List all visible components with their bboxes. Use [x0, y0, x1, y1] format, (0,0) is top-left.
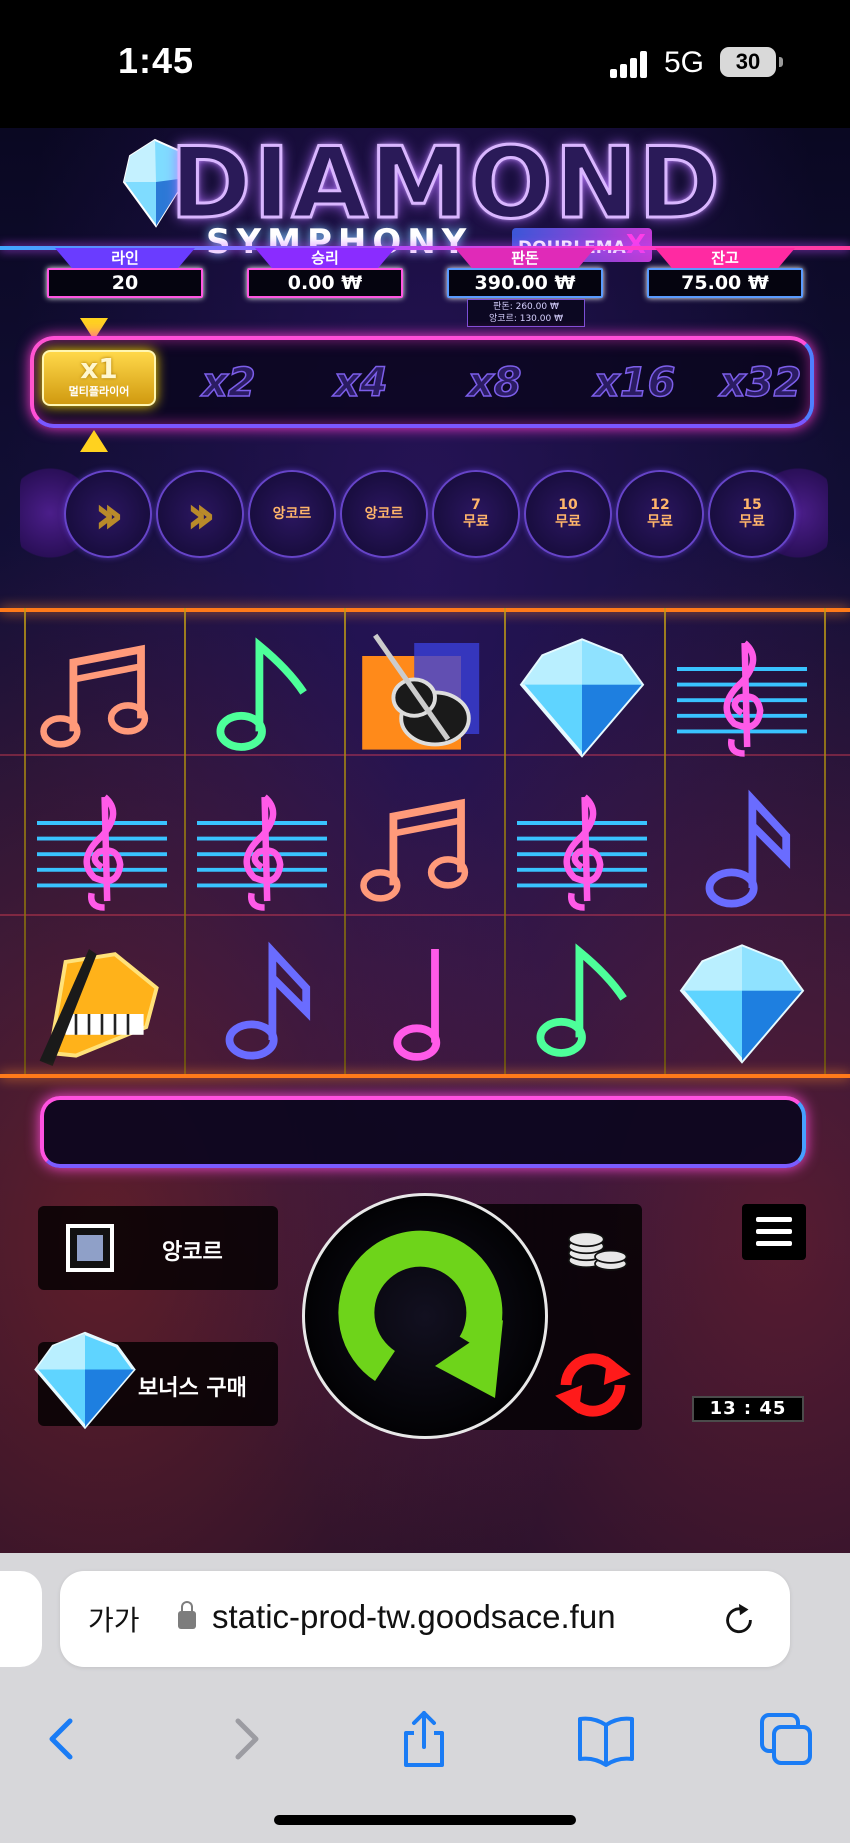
- symbol-piano-gold: [27, 926, 177, 1076]
- status-time: 1:45: [118, 40, 195, 81]
- stat-balance-label: 잔고: [655, 248, 795, 268]
- multiplier-x16: x16: [593, 359, 676, 407]
- home-indicator[interactable]: [274, 1815, 576, 1825]
- feature-step-arrow-2: ››: [156, 470, 244, 558]
- multiplier-bar: x1 멀티플라이어 x2 x4 x8 x16 x32: [30, 336, 814, 428]
- spin-button[interactable]: [302, 1193, 548, 1439]
- symbol-violin: [347, 620, 497, 770]
- reel-divider: [184, 608, 186, 1074]
- encore-toggle-button[interactable]: 앙코르: [38, 1206, 278, 1290]
- symbol-clef-blue: [187, 774, 337, 924]
- reel-divider: [664, 608, 666, 1074]
- lock-icon: [178, 1601, 196, 1629]
- multiplier-x32: x32: [719, 359, 802, 407]
- chevron-icon: ››: [93, 482, 124, 546]
- bonus-buy-label: 보너스 구매: [138, 1376, 247, 1401]
- feature-step-7-free: 7 무료: [432, 470, 520, 558]
- feature-step-encore-2: 앙코르: [340, 470, 428, 558]
- chevron-icon: ››: [185, 482, 216, 546]
- symbol-clef-blue: [27, 774, 177, 924]
- spin-icon[interactable]: [325, 1216, 525, 1416]
- symbol-note-purple: [187, 926, 337, 1076]
- menu-button[interactable]: [742, 1204, 806, 1260]
- reel-divider: [344, 608, 346, 1074]
- logo-badge-x: X: [625, 230, 646, 260]
- tabs-icon[interactable]: [756, 1709, 816, 1769]
- browser-toolbar: 가가 static-prod-tw.goodsace.fun: [0, 1553, 850, 1843]
- encore-label: 앙코르: [162, 1240, 223, 1265]
- symbol-note-green: [187, 620, 337, 770]
- feature-step-12-free: 12 무료: [616, 470, 704, 558]
- feature-step-10-free: 10 무료: [524, 470, 612, 558]
- game-area: DIAMOND SYMPHONY DOUBLEMAX 라인 20 승리 0.00…: [0, 128, 850, 1553]
- game-clock: 13 : 45: [692, 1396, 804, 1422]
- feature-step-arrow-1: ››: [64, 470, 152, 558]
- game-logo: DIAMOND SYMPHONY DOUBLEMAX: [120, 128, 722, 262]
- symbol-diamond: [667, 926, 817, 1076]
- network-type: 5G: [664, 46, 705, 79]
- multiplier-x8: x8: [467, 359, 522, 407]
- stat-bet-label: 판돈: [455, 248, 595, 268]
- symbol-note-orange: [27, 620, 177, 770]
- stat-balance-value: 75.00 ₩: [647, 268, 803, 298]
- reels-bottom-line: [0, 1074, 850, 1078]
- reel-divider: [824, 608, 826, 1074]
- bet-breakdown: 판돈: 260.00 ₩ 앙코르: 130.00 ₩: [467, 299, 585, 327]
- bonus-buy-button[interactable]: 보너스 구매: [34, 1331, 278, 1430]
- reels-grid: [0, 608, 850, 1074]
- bookmarks-icon[interactable]: [576, 1709, 636, 1769]
- feature-progress: ›› ›› 앙코르 앙코르 7 무료 10 무료 12 무료 15 무료: [20, 458, 828, 568]
- reel-divider: [24, 608, 26, 1074]
- address-bar[interactable]: 가가 static-prod-tw.goodsace.fun: [60, 1571, 790, 1667]
- win-message-bar: [40, 1096, 806, 1168]
- bet-breakdown-encore: 앙코르: 130.00 ₩: [489, 314, 563, 324]
- logo-title: DIAMOND: [169, 128, 722, 241]
- signal-icon: [610, 50, 650, 78]
- share-icon[interactable]: [394, 1709, 454, 1769]
- symbol-diamond: [507, 620, 657, 770]
- text-size-button[interactable]: 가가: [88, 1599, 140, 1639]
- symbol-note-purple: [667, 774, 817, 924]
- autoplay-icon[interactable]: [548, 1340, 638, 1430]
- symbol-note-green: [507, 926, 657, 1076]
- reel-divider: [504, 608, 506, 1074]
- checkbox-icon[interactable]: [66, 1224, 114, 1272]
- stat-win-value: 0.00 ₩: [247, 268, 403, 298]
- reload-icon[interactable]: [720, 1601, 758, 1639]
- back-icon[interactable]: [32, 1709, 92, 1769]
- multiplier-active-caption: 멀티플라이어: [68, 385, 130, 398]
- url-text[interactable]: static-prod-tw.goodsace.fun: [212, 1598, 616, 1636]
- stat-win-label: 승리: [255, 248, 395, 268]
- stat-lines-label: 라인: [55, 248, 195, 268]
- forward-icon[interactable]: [216, 1709, 276, 1769]
- stat-bet: 판돈 390.00 ₩: [447, 248, 603, 298]
- symbol-note-pink: [347, 926, 497, 1076]
- symbol-clef-blue: [507, 774, 657, 924]
- multiplier-active: x1 멀티플라이어: [42, 350, 156, 406]
- stat-lines: 라인 20: [47, 248, 203, 298]
- multiplier-active-value: x1: [80, 352, 118, 385]
- bet-breakdown-base: 판돈: 260.00 ₩: [493, 302, 559, 312]
- previous-tab-peek[interactable]: [0, 1571, 42, 1667]
- stat-lines-value: 20: [47, 268, 203, 298]
- battery-icon: 30: [720, 47, 783, 77]
- stat-bet-value[interactable]: 390.00 ₩: [447, 268, 603, 298]
- status-bar: 1:45 5G 30: [0, 0, 850, 128]
- multiplier-x4: x4: [333, 359, 388, 407]
- stat-balance: 잔고 75.00 ₩: [647, 248, 803, 298]
- diamond-icon: [34, 1331, 136, 1430]
- multiplier-x2: x2: [201, 359, 256, 407]
- feature-step-encore-1: 앙코르: [248, 470, 336, 558]
- feature-step-15-free: 15 무료: [708, 470, 796, 558]
- stat-win: 승리 0.00 ₩: [247, 248, 403, 298]
- symbol-clef-blue: [667, 620, 817, 770]
- coins-icon[interactable]: [560, 1220, 630, 1276]
- multiplier-pointer-bottom-icon: [80, 430, 108, 452]
- symbol-note-orange: [347, 774, 497, 924]
